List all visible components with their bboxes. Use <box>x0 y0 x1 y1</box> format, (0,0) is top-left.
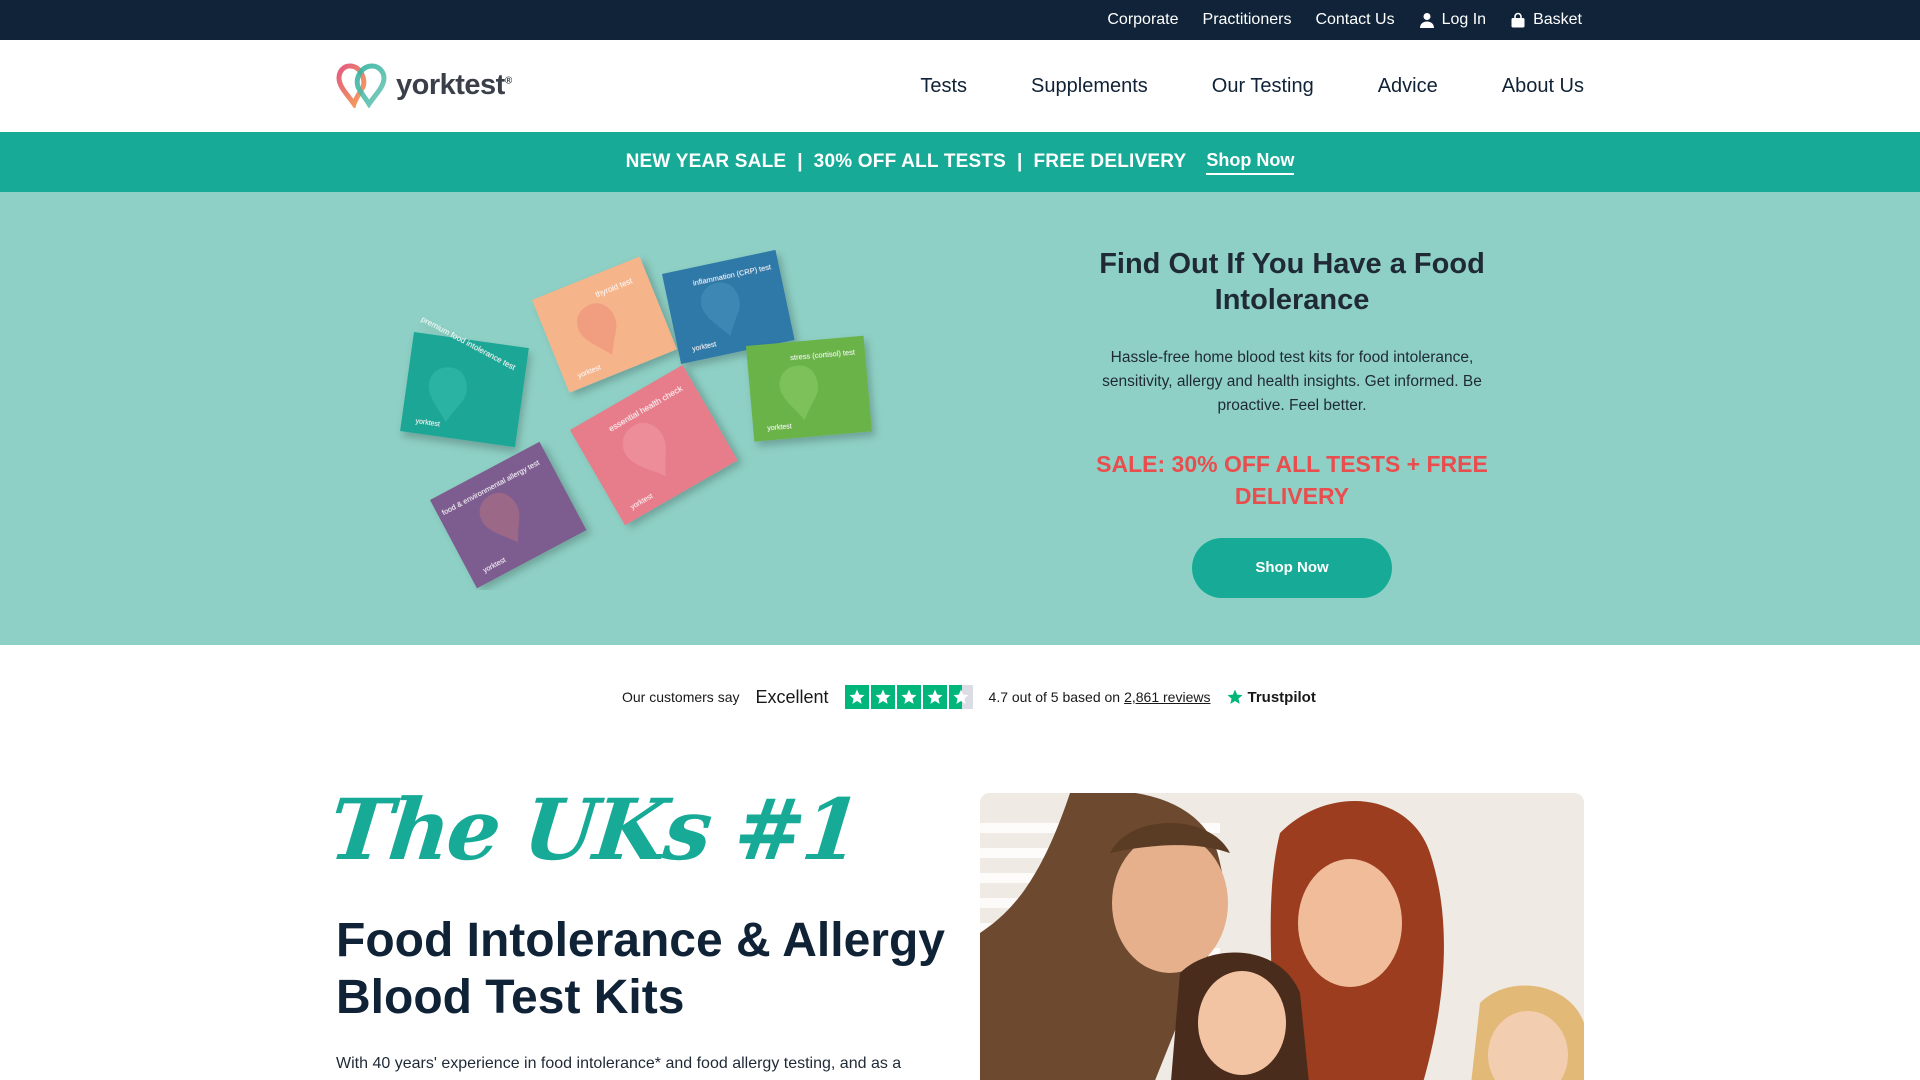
kit-box-stress: stress (cortisol) test yorktest <box>746 335 872 442</box>
intro-title: Food Intolerance & Allergy Blood Test Ki… <box>336 914 945 1024</box>
login-label: Log In <box>1441 11 1487 28</box>
shopping-bag-icon <box>1511 12 1525 28</box>
corporate-link[interactable]: Corporate <box>1107 11 1178 29</box>
trustpilot-star-icon <box>1227 689 1243 704</box>
hero-copy: Find Out If You Have a Food Intolerance … <box>1082 246 1502 598</box>
heart-logo-icon <box>336 63 387 108</box>
trustpilot-brand: Trustpilot <box>1226 688 1316 706</box>
half-star-icon <box>948 685 973 709</box>
kit-box-essential-health: essential health check yorktest <box>570 365 738 526</box>
intro-body: With 40 years' experience in food intole… <box>336 1055 902 1072</box>
nav-advice[interactable]: Advice <box>1378 75 1438 98</box>
star-icon <box>896 685 921 709</box>
trustpilot-score: 4.7 out of 5 based on <box>988 689 1121 705</box>
promo-shop-now-link[interactable]: Shop Now <box>1206 150 1295 175</box>
user-icon <box>1419 13 1434 28</box>
promo-banner: NEW YEAR SALE | 30% OFF ALL TESTS | FREE… <box>0 132 1920 192</box>
hero-shop-now-button[interactable]: Shop Now <box>1192 538 1392 598</box>
site-header: yorktest® Tests Supplements Our Testing … <box>0 40 1920 132</box>
trustpilot-rating-word: Excellent <box>755 686 829 707</box>
promo-text: NEW YEAR SALE | 30% OFF ALL TESTS | FREE… <box>625 151 1187 172</box>
star-icon <box>922 685 947 709</box>
logo-text: yorktest® <box>396 68 512 101</box>
hero-section: premium food intolerance test yorktest t… <box>0 192 1920 645</box>
logo[interactable]: yorktest® <box>336 62 512 108</box>
utility-bar: Corporate Practitioners Contact Us Log I… <box>0 0 1920 40</box>
trustpilot-stars <box>844 685 973 709</box>
family-photo <box>980 793 1584 1080</box>
star-icon <box>844 685 869 709</box>
test-kit-boxes-image: premium food intolerance test yorktest t… <box>400 250 872 589</box>
star-icon <box>870 685 895 709</box>
basket-link[interactable]: Basket <box>1510 11 1582 29</box>
hero-title: Find Out If You Have a Food Intolerance <box>1099 248 1485 316</box>
trustpilot-brand-label: Trustpilot <box>1247 688 1316 706</box>
trustpilot-lead: Our customers say <box>622 689 740 705</box>
basket-label: Basket <box>1533 11 1582 28</box>
main-nav: Tests Supplements Our Testing Advice Abo… <box>920 40 1584 132</box>
kit-box-premium-food-intolerance: premium food intolerance test yorktest <box>400 315 529 448</box>
nav-tests[interactable]: Tests <box>920 75 967 98</box>
hero-subtitle: Hassle-free home blood test kits for foo… <box>1102 349 1482 414</box>
hero-sale-text: SALE: 30% OFF ALL TESTS + FREE DELIVERY <box>1096 451 1488 509</box>
nav-our-testing[interactable]: Our Testing <box>1212 75 1314 98</box>
login-link[interactable]: Log In <box>1419 11 1486 29</box>
practitioners-link[interactable]: Practitioners <box>1203 11 1292 29</box>
nav-supplements[interactable]: Supplements <box>1031 75 1148 98</box>
utility-links: Corporate Practitioners Contact Us Log I… <box>1107 0 1582 40</box>
nav-about-us[interactable]: About Us <box>1502 75 1584 98</box>
tagline-script: The UKs #1 <box>324 780 864 879</box>
trustpilot-widget[interactable]: Our customers say Excellent 4.7 out of 5… <box>622 683 1316 711</box>
trustpilot-review-count-link[interactable]: 2,861 reviews <box>1124 689 1210 705</box>
kit-box-thyroid: thyroid test yorktest <box>532 256 678 393</box>
contact-us-link[interactable]: Contact Us <box>1315 11 1394 29</box>
kit-box-allergy: food & environmental allergy test yorkte… <box>430 441 587 589</box>
